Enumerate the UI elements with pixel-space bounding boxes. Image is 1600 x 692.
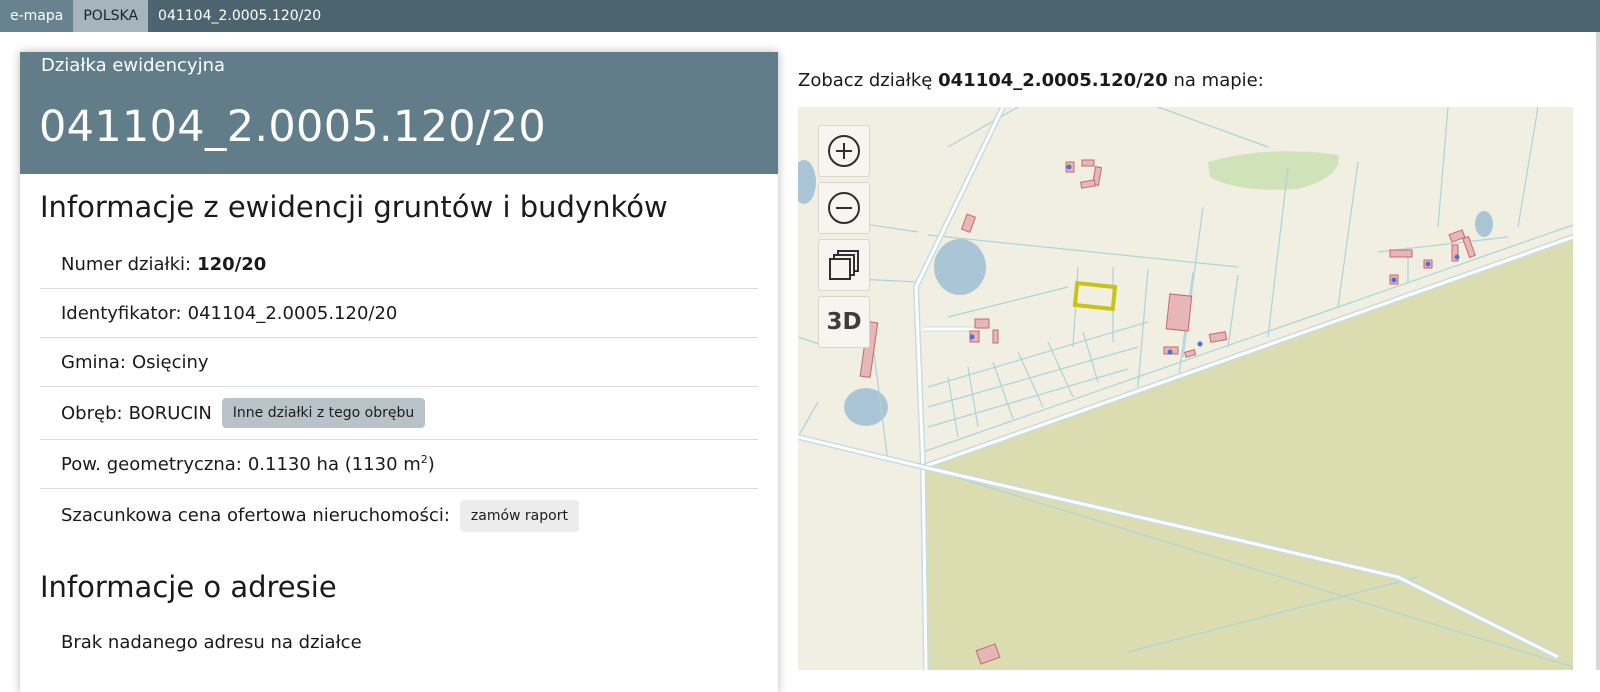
obreb-label: Obręb:: [61, 402, 123, 424]
breadcrumb-current-parcel: 041104_2.0005.120/20: [158, 8, 322, 24]
breadcrumb-emapa[interactable]: e-mapa: [0, 0, 74, 32]
row-gmina: Gmina: Osięciny: [40, 338, 758, 387]
page-scrollbar[interactable]: [1596, 32, 1600, 670]
pow-label: Pow. geometryczna:: [61, 453, 242, 475]
map-canvas[interactable]: [798, 107, 1573, 670]
row-identyfikator: Identyfikator: 041104_2.0005.120/20: [40, 289, 758, 338]
map-caption: Zobacz działkę 041104_2.0005.120/20 na m…: [798, 70, 1264, 91]
pond: [934, 239, 986, 295]
other-parcels-button[interactable]: Inne działki z tego obrębu: [221, 398, 426, 428]
row-powierzchnia: Pow. geometryczna: 0.1130 ha (1130 m2): [40, 440, 758, 489]
card-header: Działka ewidencyjna 041104_2.0005.120/20: [20, 52, 778, 174]
layers-icon: [829, 250, 859, 280]
zoom-out-button[interactable]: [818, 182, 870, 234]
egib-section-heading: Informacje z ewidencji gruntów i budynkó…: [40, 190, 668, 224]
layers-button[interactable]: [818, 239, 870, 291]
row-obreb: Obręb: BORUCIN Inne działki z tego obręb…: [40, 387, 758, 440]
pow-value: 0.1130 ha (1130 m2): [247, 453, 435, 475]
no-address-text: Brak nadanego adresu na działce: [61, 632, 362, 653]
plus-circle-icon: [828, 135, 860, 167]
gmina-label: Gmina:: [61, 351, 126, 373]
parcel-title: 041104_2.0005.120/20: [39, 102, 547, 152]
pond: [1475, 211, 1493, 237]
address-section-heading: Informacje o adresie: [40, 570, 337, 604]
egib-info-list: Numer działki: 120/20 Identyfikator: 041…: [40, 240, 758, 542]
row-cena: Szacunkowa cena ofertowa nieruchomości: …: [40, 489, 758, 542]
three-d-button[interactable]: 3D: [818, 296, 870, 348]
cena-label: Szacunkowa cena ofertowa nieruchomości:: [61, 505, 450, 526]
ident-value: 041104_2.0005.120/20: [187, 302, 398, 324]
zoom-in-button[interactable]: [818, 125, 870, 177]
numer-value: 120/20: [197, 253, 267, 275]
map-caption-parcel-id: 041104_2.0005.120/20: [938, 70, 1168, 91]
ident-label: Identyfikator:: [61, 302, 182, 324]
breadcrumb-polska[interactable]: POLSKA: [73, 0, 149, 32]
card-type-label: Działka ewidencyjna: [41, 55, 226, 76]
minus-circle-icon: [828, 192, 860, 224]
top-breadcrumb-bar: e-mapa POLSKA 041104_2.0005.120/20: [0, 0, 1600, 32]
obreb-value: BORUCIN: [128, 402, 212, 424]
gmina-value: Osięciny: [132, 351, 209, 373]
order-report-button[interactable]: zamów raport: [459, 499, 579, 532]
numer-label: Numer działki:: [61, 253, 192, 275]
row-numer-dzialki: Numer działki: 120/20: [40, 240, 758, 289]
parcel-map[interactable]: 3D: [798, 107, 1573, 670]
